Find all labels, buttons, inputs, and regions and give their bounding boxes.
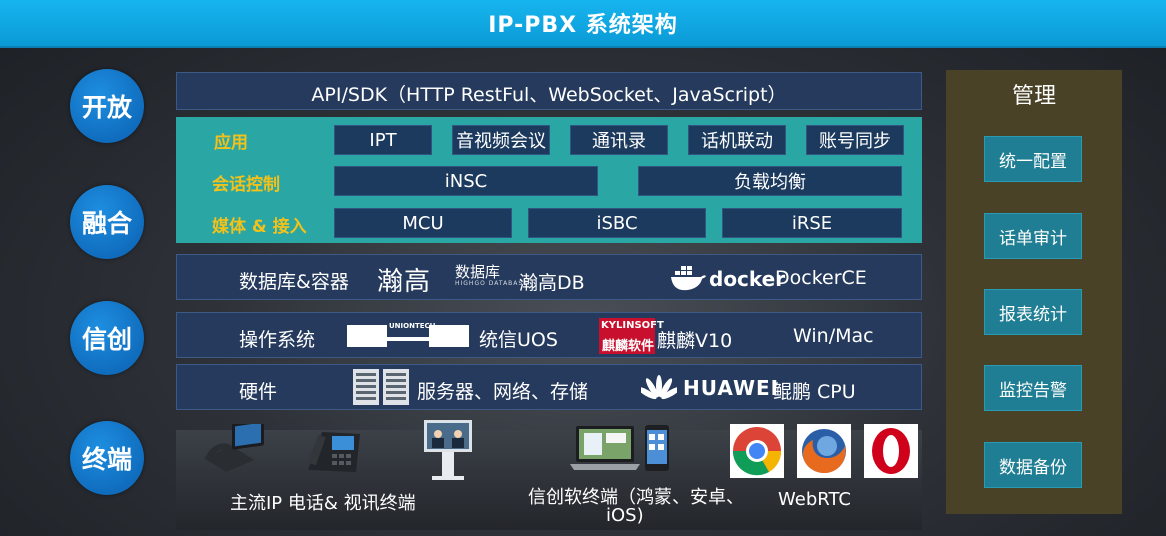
app-box-ipt-label: IPT bbox=[369, 129, 397, 151]
session-layer-label: 会话控制 bbox=[212, 175, 280, 195]
video-terminal-icon bbox=[420, 418, 476, 486]
ip-phone-label: 主流IP 电话& 视讯终端 bbox=[230, 493, 416, 514]
winmac-product: Win/Mac bbox=[793, 325, 874, 347]
os-row-label: 操作系统 bbox=[239, 329, 316, 351]
management-panel: 管理 统一配置 话单审计 报表统计 监控告警 数据备份 bbox=[946, 70, 1122, 514]
app-box-ipt: IPT bbox=[334, 125, 432, 155]
mgmt-item-report-stats-label: 报表统计 bbox=[999, 304, 1067, 325]
app-box-account-sync-label: 账号同步 bbox=[819, 131, 891, 152]
circle-terminal-label: 终端 bbox=[81, 445, 132, 474]
page-title: IP-PBX 系统架构 bbox=[488, 13, 678, 38]
highgo-logo-cn: 数据库 bbox=[455, 263, 501, 281]
highgo-product: 瀚高DB bbox=[519, 272, 585, 294]
app-box-phone-linkage: 话机联动 bbox=[688, 125, 786, 155]
highgo-logo: 瀚高 bbox=[377, 267, 432, 297]
kylin-logo-cn: 麒麟软件 bbox=[602, 339, 655, 354]
webrtc-label: WebRTC bbox=[778, 489, 851, 510]
mgmt-item-cdr-audit-label: 话单审计 bbox=[999, 228, 1067, 249]
management-title: 管理 bbox=[1011, 84, 1056, 109]
server-rack-icon bbox=[353, 369, 411, 409]
mgmt-item-report-stats: 报表统计 bbox=[984, 289, 1082, 335]
chrome-icon bbox=[730, 424, 784, 482]
mgmt-item-data-backup-label: 数据备份 bbox=[999, 457, 1067, 478]
circle-open-label: 开放 bbox=[81, 93, 132, 122]
media-box-irse-label: iRSE bbox=[791, 212, 833, 234]
media-box-mcu-label: MCU bbox=[402, 212, 444, 234]
mgmt-item-data-backup: 数据备份 bbox=[984, 442, 1082, 488]
video-phone-icon bbox=[202, 419, 268, 478]
laptop-softphone-icon bbox=[570, 424, 640, 478]
mobile-softphone-icon bbox=[644, 424, 670, 476]
fusion-block: 应用 会话控制 媒体 & 接入 IPT 音视频会议 通讯录 话机联动 账号同步 … bbox=[176, 117, 922, 243]
session-box-load-balance: 负载均衡 bbox=[638, 166, 902, 196]
servers-text: 服务器、网络、存储 bbox=[417, 381, 589, 403]
circle-fusion: 融合 bbox=[70, 185, 144, 259]
app-box-conference-label: 音视频会议 bbox=[456, 131, 546, 152]
hw-row-label: 硬件 bbox=[239, 381, 278, 403]
docker-whale-icon bbox=[669, 263, 707, 297]
session-box-insc: iNSC bbox=[334, 166, 598, 196]
title-bar: IP-PBX 系统架构 bbox=[0, 0, 1166, 48]
mgmt-item-cdr-audit: 话单审计 bbox=[984, 213, 1082, 259]
kylin-logo-en: KYLINSOFT bbox=[601, 320, 664, 331]
db-row-label: 数据库&容器 bbox=[239, 271, 349, 293]
opera-icon bbox=[864, 424, 918, 482]
media-box-isbc: iSBC bbox=[528, 208, 706, 238]
huawei-logo: HUAWEI bbox=[683, 376, 780, 400]
huawei-flower-icon bbox=[637, 372, 681, 408]
api-bar-text: API/SDK（HTTP RestFul、WebSocket、JavaScrip… bbox=[311, 84, 787, 106]
app-box-phone-linkage-label: 话机联动 bbox=[701, 131, 773, 152]
os-row: 操作系统 UNIONTECH 统信UOS KYLINSOFT 麒麟软件 麒麟V1… bbox=[176, 312, 922, 358]
circle-fusion-label: 融合 bbox=[81, 209, 132, 238]
highgo-logo-en: HIGHGO DATABASE bbox=[455, 280, 528, 287]
session-box-load-balance-label: 负载均衡 bbox=[734, 172, 806, 193]
circle-terminal: 终端 bbox=[70, 421, 144, 495]
app-box-contacts-label: 通讯录 bbox=[592, 131, 646, 152]
db-container-row: 数据库&容器 瀚高 数据库 HIGHGO DATABASE 瀚高DB docke… bbox=[176, 254, 922, 300]
hardware-row: 硬件 服务器、网络、存储 HUAWEI 鲲鹏 CPU bbox=[176, 364, 922, 410]
session-box-insc-label: iNSC bbox=[444, 170, 488, 192]
docker-logo: docker bbox=[709, 267, 786, 291]
api-bar: API/SDK（HTTP RestFul、WebSocket、JavaScrip… bbox=[176, 72, 922, 110]
mgmt-item-unified-config: 统一配置 bbox=[984, 136, 1082, 182]
media-box-mcu: MCU bbox=[334, 208, 512, 238]
uniontech-logo-text: UNIONTECH bbox=[389, 322, 436, 330]
media-layer-label: 媒体 & 接入 bbox=[212, 217, 307, 237]
media-box-isbc-label: iSBC bbox=[596, 212, 638, 234]
kylin-logo-box: KYLINSOFT 麒麟软件 bbox=[599, 318, 664, 354]
app-box-account-sync: 账号同步 bbox=[806, 125, 904, 155]
mgmt-item-monitor-alarm: 监控告警 bbox=[984, 365, 1082, 411]
kunpeng-text: 鲲鹏 CPU bbox=[773, 381, 856, 403]
firefox-icon bbox=[797, 424, 851, 482]
mgmt-item-unified-config-label: 统一配置 bbox=[999, 151, 1067, 172]
circle-xinchuang: 信创 bbox=[70, 301, 144, 375]
soft-terminal-label-line2: iOS) bbox=[606, 505, 644, 526]
media-box-irse: iRSE bbox=[722, 208, 902, 238]
circle-open: 开放 bbox=[70, 69, 144, 143]
circle-xinchuang-label: 信创 bbox=[81, 325, 132, 354]
docker-product: DockerCE bbox=[775, 267, 867, 289]
kylin-product: 麒麟V10 bbox=[657, 330, 733, 352]
app-box-conference: 音视频会议 bbox=[452, 125, 550, 155]
app-box-contacts: 通讯录 bbox=[570, 125, 668, 155]
desk-ip-phone-icon bbox=[304, 424, 364, 480]
uos-product: 统信UOS bbox=[479, 329, 558, 351]
app-layer-label: 应用 bbox=[214, 133, 248, 153]
mgmt-item-monitor-alarm-label: 监控告警 bbox=[999, 380, 1067, 401]
